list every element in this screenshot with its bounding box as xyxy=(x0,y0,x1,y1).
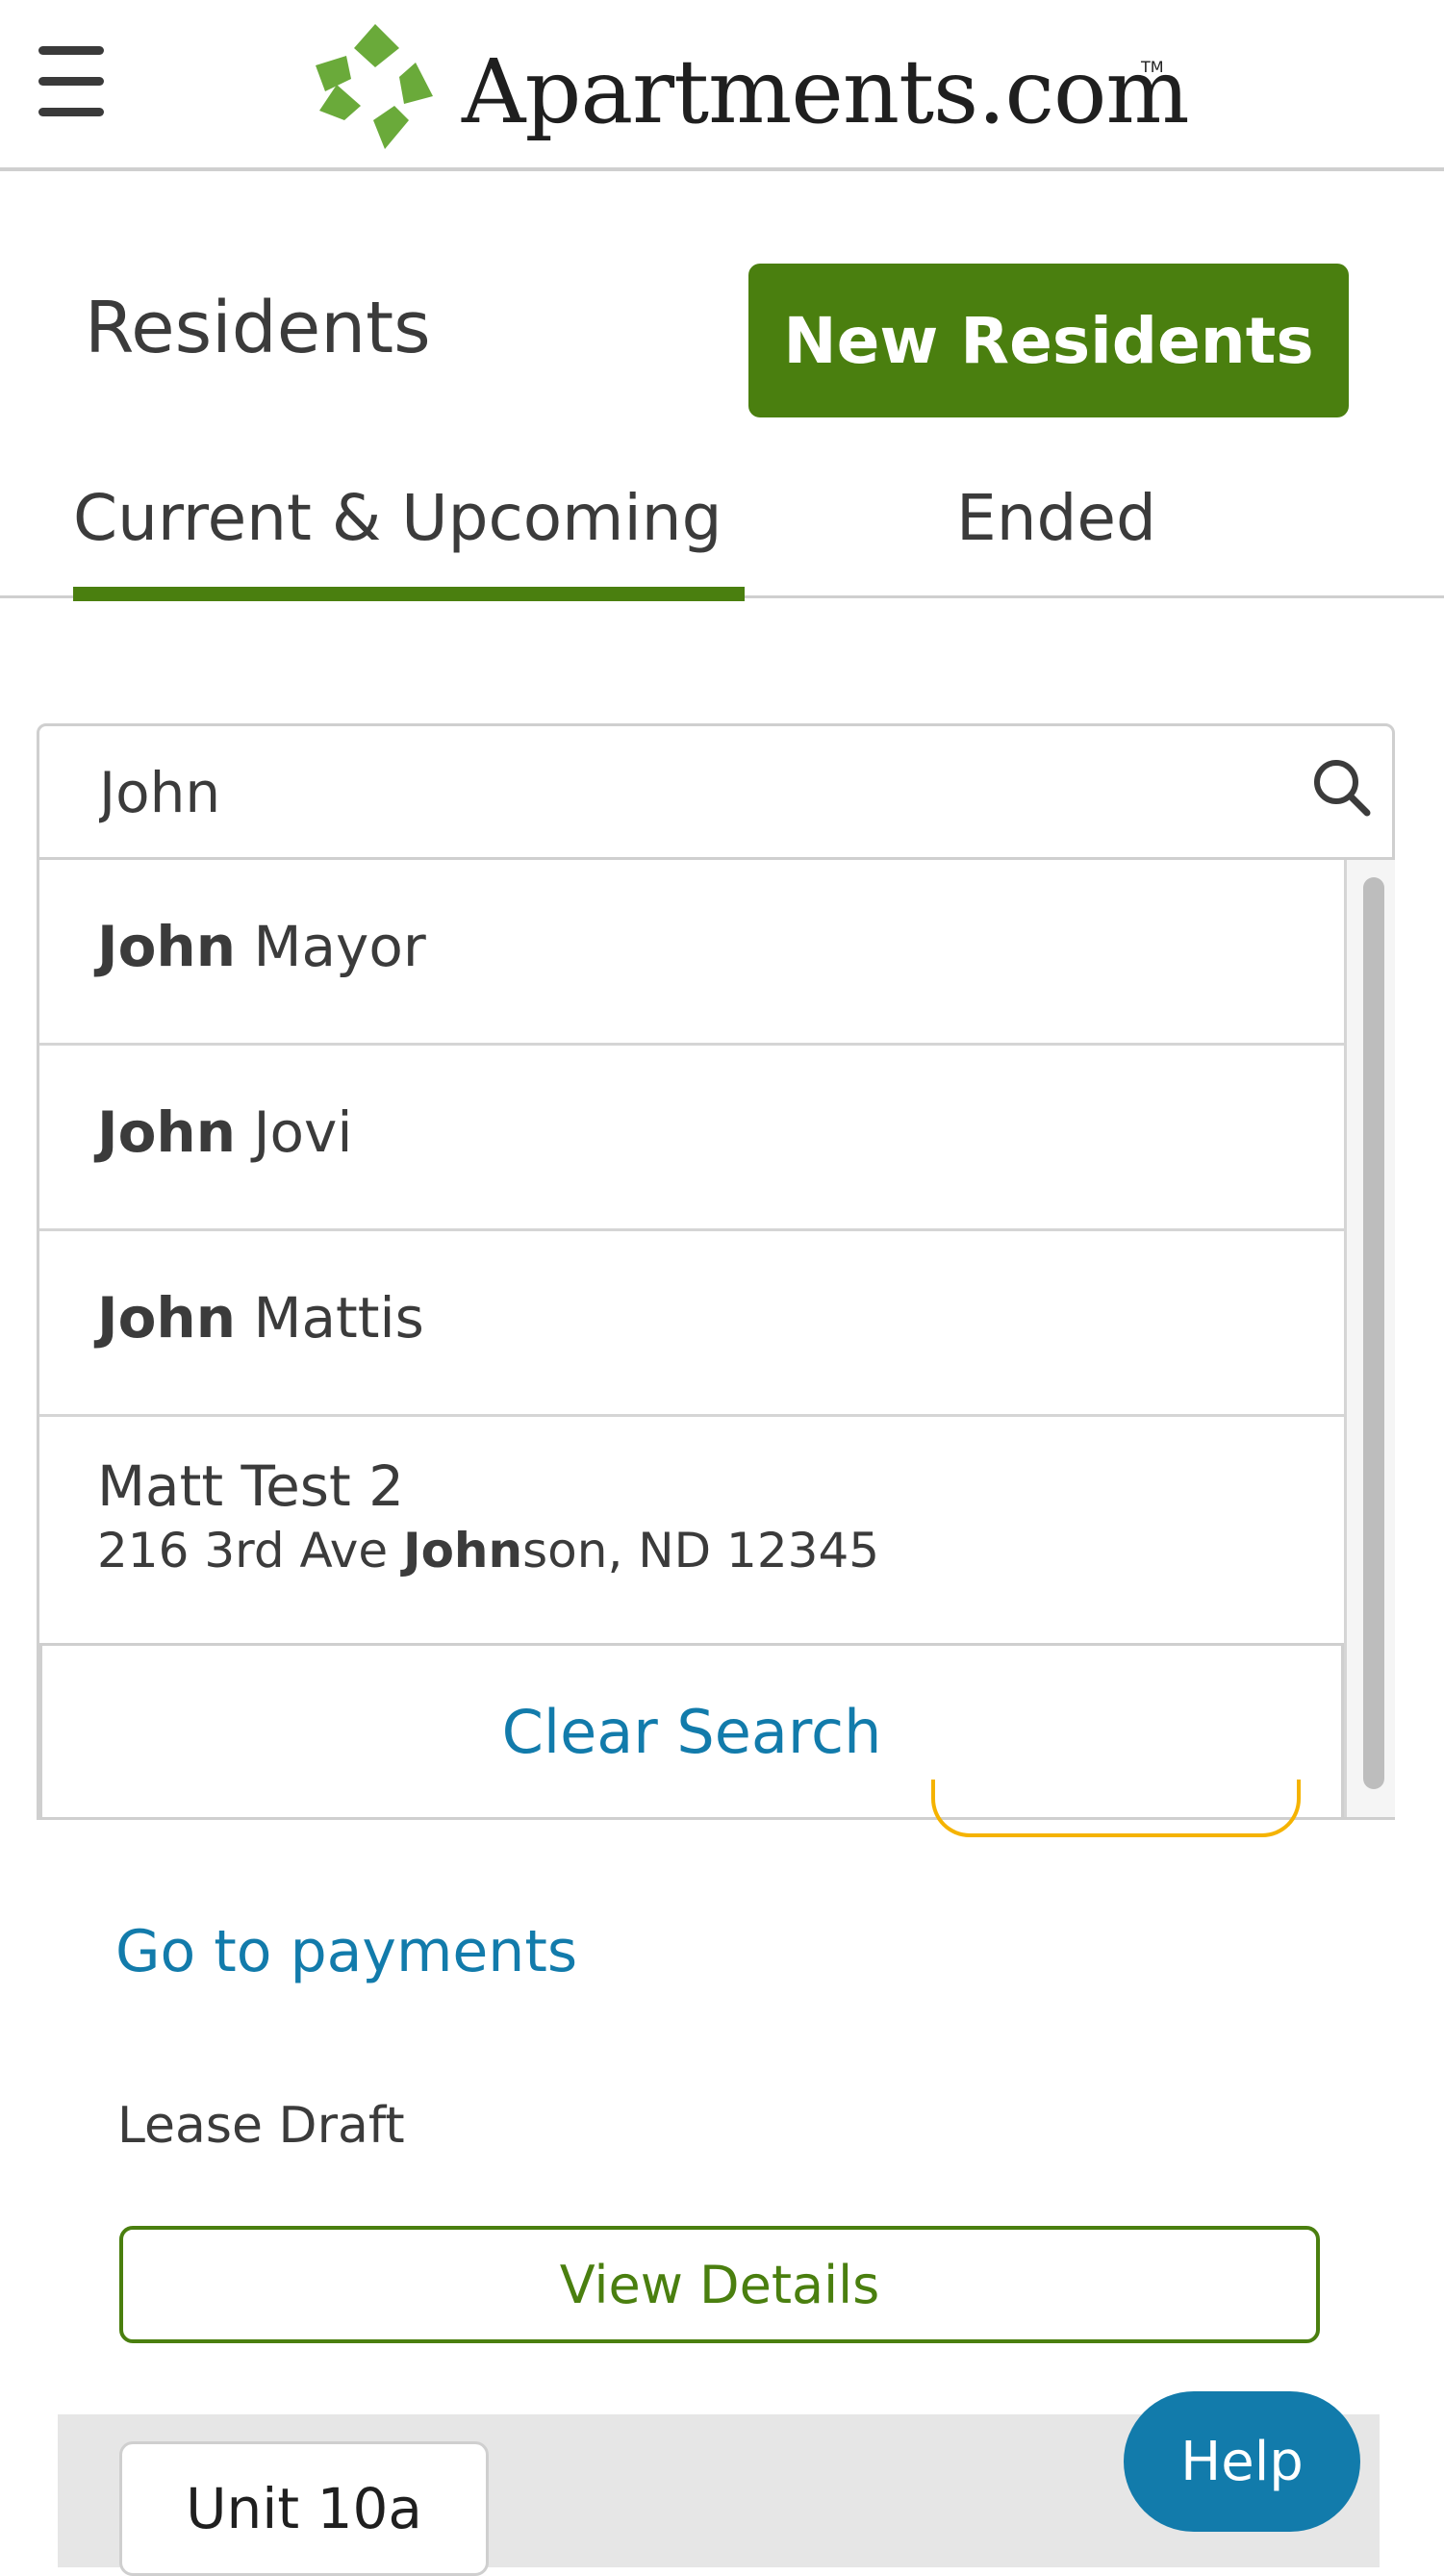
page-title: Residents xyxy=(85,287,431,369)
apartments-logo[interactable]: Apartments.com TM xyxy=(308,19,1190,154)
match-text: John xyxy=(97,914,237,979)
unit-label: Unit 10a xyxy=(119,2441,489,2576)
new-residents-button[interactable]: New Residents xyxy=(748,264,1349,417)
go-to-payments-link[interactable]: Go to payments xyxy=(115,1918,577,1985)
search-bar xyxy=(37,723,1395,860)
help-button[interactable]: Help xyxy=(1124,2391,1360,2532)
scrollbar-thumb[interactable] xyxy=(1363,877,1384,1789)
dropdown-scrollbar[interactable] xyxy=(1344,860,1395,1817)
search-icon[interactable] xyxy=(1307,753,1375,821)
result-address: 216 3rd Ave Johnson, ND 12345 xyxy=(97,1523,880,1578)
active-tab-indicator xyxy=(73,587,745,601)
search-result-item[interactable]: John Mattis xyxy=(39,1231,1344,1417)
search-input[interactable] xyxy=(97,753,1294,832)
status-badge-peek xyxy=(931,1780,1301,1837)
result-name-rest: Mayor xyxy=(236,914,426,979)
result-name-rest: Jovi xyxy=(236,1099,353,1165)
header-divider xyxy=(0,167,1444,171)
result-name: Matt Test 2 xyxy=(97,1453,405,1519)
menu-icon[interactable] xyxy=(38,38,106,125)
search-result-item[interactable]: John Mayor xyxy=(39,860,1344,1046)
match-text: John xyxy=(402,1523,523,1578)
view-details-button[interactable]: View Details xyxy=(119,2226,1320,2343)
match-text: John xyxy=(97,1099,237,1165)
lease-status-label: Lease Draft xyxy=(117,2097,405,2155)
tab-current-upcoming[interactable]: Current & Upcoming xyxy=(73,481,722,555)
logo-mark-icon xyxy=(316,24,433,149)
app-header: Apartments.com TM xyxy=(0,0,1444,169)
tab-ended[interactable]: Ended xyxy=(956,481,1156,555)
match-text: John xyxy=(97,1285,237,1351)
search-results-dropdown: John Mayor John Jovi John Mattis Matt Te… xyxy=(37,860,1395,1820)
trademark: TM xyxy=(1141,58,1164,76)
brand-name: Apartments.com xyxy=(462,40,1190,143)
search-result-item[interactable]: John Jovi xyxy=(39,1046,1344,1231)
result-name-rest: Mattis xyxy=(236,1285,424,1351)
search-result-item[interactable]: Matt Test 2 216 3rd Ave Johnson, ND 1234… xyxy=(39,1417,1344,1643)
